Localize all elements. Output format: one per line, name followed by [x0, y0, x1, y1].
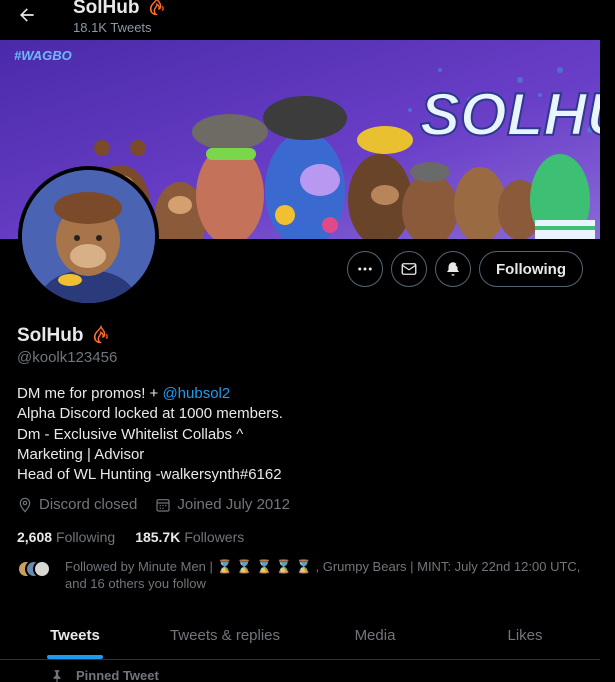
message-button[interactable]: [391, 251, 428, 287]
fire-emoji-icon: [149, 0, 164, 16]
pin-icon: [53, 669, 61, 682]
location-text: Discord closed: [39, 496, 138, 513]
header-name: SolHub: [73, 0, 140, 18]
bio-line-4: Marketing | Advisor: [17, 445, 145, 463]
bio-line-3: Dm - Exclusive Whitelist Collabs ^: [17, 425, 244, 443]
followers-label: Followers: [184, 529, 245, 545]
tab-media[interactable]: Media: [300, 612, 450, 659]
bio-mention-link[interactable]: @hubsol2: [162, 385, 230, 402]
notifications-button[interactable]: [435, 251, 472, 287]
banner-hashtag: #WAGBO: [14, 48, 72, 63]
top-header: SolHub 18.1K Tweets: [0, 0, 615, 40]
header-title: SolHub: [73, 0, 168, 19]
pinned-tweet-header: Pinned Tweet: [50, 668, 159, 682]
location: Discord closed: [17, 496, 137, 513]
page-edge: [600, 40, 615, 682]
following-label: Following: [56, 529, 116, 545]
bio-line-2: Alpha Discord locked at 1000 members.: [17, 405, 283, 423]
tab-tweets[interactable]: Tweets: [0, 612, 150, 659]
bear-dark: [348, 126, 413, 239]
profile-name: SolHub: [17, 325, 112, 347]
back-arrow-icon: [20, 8, 34, 22]
profile-handle: @koolk123456: [17, 349, 118, 366]
tweet-count: 18.1K Tweets: [73, 20, 152, 35]
profile-display-name: SolHub: [17, 325, 84, 346]
envelope-icon: [401, 263, 417, 275]
pinned-label: Pinned Tweet: [76, 668, 159, 682]
bio-line-1: DM me for promos! + @hubsol2: [17, 384, 283, 404]
more-button[interactable]: [347, 251, 384, 287]
tab-tweets-replies[interactable]: Tweets & replies: [150, 612, 300, 659]
following-stat[interactable]: 2,608 Following: [17, 529, 115, 545]
join-date: Joined July 2012: [155, 496, 290, 513]
location-pin-icon: [19, 497, 31, 513]
banner-brand: SOLHUB: [420, 81, 600, 148]
join-date-text: Joined July 2012: [177, 496, 290, 513]
followed-by[interactable]: Followed by Minute Men | ⌛ ⌛ ⌛ ⌛ ⌛ , Gru…: [17, 558, 597, 592]
follower-avatar: [33, 560, 51, 578]
following-count: 2,608: [17, 529, 53, 545]
profile-meta: Discord closed Joined July 2012: [17, 496, 290, 513]
bear-psychedelic: [263, 96, 347, 239]
follower-avatars: [17, 558, 65, 580]
fire-emoji-icon: [93, 325, 108, 344]
profile-tabs: Tweets Tweets & replies Media Likes: [0, 612, 600, 660]
follow-stats: 2,608 Following 185.7K Followers: [17, 529, 244, 545]
back-button[interactable]: [12, 2, 42, 28]
bear-beanie: [402, 162, 458, 239]
bell-icon: [447, 262, 461, 276]
following-button[interactable]: Following: [479, 251, 583, 287]
followers-stat[interactable]: 185.7K Followers: [135, 529, 244, 545]
followers-count: 185.7K: [135, 529, 181, 545]
followed-by-text: Followed by Minute Men | ⌛ ⌛ ⌛ ⌛ ⌛ , Gru…: [65, 559, 581, 591]
profile-actions: Following: [347, 251, 583, 287]
calendar-icon: [156, 498, 170, 512]
profile-avatar[interactable]: [18, 166, 159, 307]
bio-line-1-text: DM me for promos! +: [17, 385, 163, 402]
tab-likes[interactable]: Likes: [450, 612, 600, 659]
bio-line-5: Head of WL Hunting -walkersynth#6162: [17, 466, 282, 484]
more-icon: [358, 267, 372, 271]
profile-bio: DM me for promos! + @hubsol2 Alpha Disco…: [17, 384, 283, 485]
bear-flat-cap: [192, 114, 268, 239]
ape-avatar-image: [22, 170, 155, 303]
